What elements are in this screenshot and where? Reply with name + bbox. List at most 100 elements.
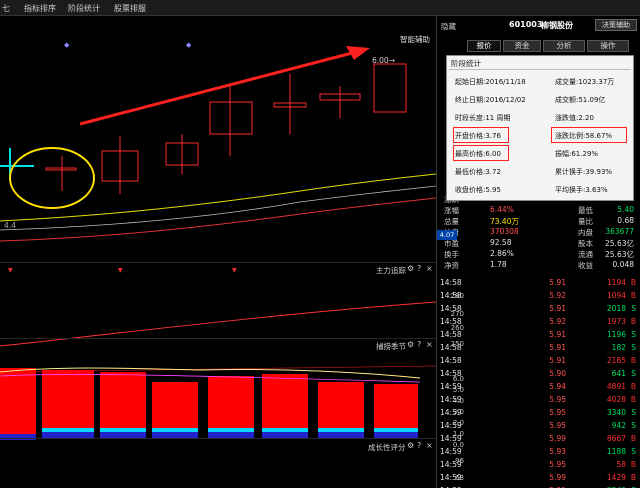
trade-row: 14:58 5.90 641 S — [438, 368, 638, 381]
stat-amplitude: 振幅:61.29% — [555, 150, 599, 158]
quote-key: 涨幅 — [444, 206, 459, 215]
candle-7-body — [373, 63, 407, 113]
trade-volume: 942 — [611, 421, 626, 430]
season-close-icon[interactable]: × — [426, 340, 433, 349]
hide-label[interactable]: 隐藏 — [441, 21, 456, 32]
growth-close-icon[interactable]: × — [426, 441, 433, 450]
main-force-settings-icon[interactable]: ⚙ — [407, 264, 414, 273]
candle-4-body — [209, 101, 253, 135]
tab-analysis[interactable]: 分析 — [543, 40, 585, 52]
trade-price: 5.92 — [549, 291, 566, 300]
quote-row: 市盈 92.58 股本 25.63亿 — [438, 238, 638, 249]
trade-volume: 182 — [611, 343, 626, 352]
quote-value: 92.58 — [490, 238, 512, 247]
quote-value: 25.63亿 — [605, 250, 634, 259]
tab-quote[interactable]: 报价 — [467, 40, 501, 52]
quote-row: 总量 73.40万 量比 0.68 — [438, 216, 638, 227]
chart-area[interactable]: ◆ ◆ ▼ ▼ ▼ 智能辅助 6.00→ 4.4 主力追踪 ⚙ ? × 捕捞季节… — [0, 16, 436, 488]
trade-row: 14:58 5.91 2185 B — [438, 355, 638, 368]
quote-value: 6.44% — [490, 205, 514, 214]
panel-separator-3 — [0, 438, 436, 439]
trade-volume: 4891 — [606, 382, 626, 391]
quote-value: 2.86% — [490, 249, 514, 258]
tab-operation[interactable]: 操作 — [587, 40, 629, 52]
quote-key: 总量 — [444, 217, 459, 226]
trade-row: 14:58 5.91 2018 S — [438, 303, 638, 316]
svg-text:▼: ▼ — [232, 267, 237, 274]
svg-text:▼: ▼ — [118, 267, 123, 274]
trade-direction: S — [631, 447, 636, 456]
trade-row: 14:59 5.95 3340 S — [438, 407, 638, 420]
quote-key: 净资 — [444, 261, 459, 270]
trade-volume: 2018 — [606, 304, 626, 313]
trade-price: 5.99 — [549, 434, 566, 443]
trade-price: 5.99 — [549, 473, 566, 482]
season-settings-icon[interactable]: ⚙ — [407, 340, 414, 349]
smart-assist-label[interactable]: 智能辅助 — [400, 34, 430, 45]
trade-price: 5.94 — [549, 382, 566, 391]
trade-time: 14:58 — [440, 278, 462, 287]
quote-key: 最低 — [578, 206, 593, 215]
ma-line-white — [0, 185, 436, 231]
trade-direction: S — [631, 369, 636, 378]
main-force-close-icon[interactable]: × — [426, 264, 433, 273]
quote-row: 换手 2.86% 流通 25.63亿 — [438, 249, 638, 260]
trade-direction: B — [630, 382, 636, 391]
target-price-label: 6.00→ — [372, 56, 395, 65]
stat-close-price: 收盘价格:5.95 — [455, 186, 501, 194]
svg-text:▼: ▼ — [8, 267, 13, 274]
quote-row: 外盘 370308 内盘 363677 — [438, 227, 638, 238]
trade-direction: B — [630, 278, 636, 287]
season-panel-title: 捕捞季节 — [376, 342, 406, 351]
trade-time: 14:58 — [440, 356, 462, 365]
tab-capital[interactable]: 资金 — [503, 40, 541, 52]
trade-direction: S — [631, 343, 636, 352]
main-force-line — [0, 301, 436, 347]
axis-tick: 280 — [450, 292, 464, 300]
trade-volume: 8667 — [606, 434, 626, 443]
menu-item-indicator-sort[interactable]: 指标排序 — [24, 3, 56, 14]
menu-item-period-stats[interactable]: 阶段统计 — [68, 3, 100, 14]
trade-volume: 1188 — [606, 447, 626, 456]
season-help-icon[interactable]: ? — [417, 340, 421, 349]
trade-price: 5.91 — [549, 343, 566, 352]
stat-end-date: 终止日期:2016/12/02 — [455, 96, 526, 104]
main-force-help-icon[interactable]: ? — [417, 264, 421, 273]
quote-value: 363677 — [605, 227, 634, 236]
axis-tick: 4.0 — [452, 397, 464, 405]
high-price-highlight — [453, 145, 509, 161]
stat-period-length: 时段长度:11 周期 — [455, 114, 511, 122]
trade-price: 5.95 — [549, 421, 566, 430]
trade-row: 14:59 5.95 58 B — [438, 459, 638, 472]
trade-row: 14:59 5.95 942 S — [438, 420, 638, 433]
trade-price: 5.95 — [549, 395, 566, 404]
trade-price: 5.91 — [549, 304, 566, 313]
stat-change-value: 涨跌值:2.20 — [555, 114, 594, 122]
growth-help-icon[interactable]: ? — [417, 441, 421, 450]
trade-direction: B — [630, 356, 636, 365]
stat-amount: 成交额:51.09亿 — [555, 96, 606, 104]
axis-tick: 96 — [455, 457, 464, 465]
svg-text:◆: ◆ — [186, 41, 192, 49]
season-bars — [0, 367, 421, 440]
open-price-highlight — [453, 127, 509, 143]
axis-tick: 0.0 — [452, 441, 464, 449]
axis-tick: 2.0 — [452, 419, 464, 427]
menu-item-1[interactable]: 七 — [2, 3, 10, 14]
trade-row: 14:58 5.91 1196 S — [438, 329, 638, 342]
strategy-assist-button[interactable]: 决策辅助 — [595, 19, 637, 31]
trade-direction: B — [630, 395, 636, 404]
quote-key: 换手 — [444, 250, 459, 259]
growth-settings-icon[interactable]: ⚙ — [407, 441, 414, 450]
menu-item-stock-rank[interactable]: 股票排服 — [114, 3, 146, 14]
stat-cum-turnover: 累计换手:39.93% — [555, 168, 613, 176]
trade-volume: 1094 — [606, 291, 626, 300]
quote-value: 0.68 — [617, 216, 634, 225]
trade-row: 14:59 5.99 8667 B — [438, 433, 638, 446]
quote-key: 量比 — [578, 217, 593, 226]
growth-panel-title: 成长性评分 — [368, 443, 406, 452]
trade-price: 5.90 — [549, 369, 566, 378]
panel-separator-2 — [0, 338, 436, 339]
popup-divider — [449, 69, 631, 70]
trade-row: 14:59 5.95 4028 B — [438, 394, 638, 407]
